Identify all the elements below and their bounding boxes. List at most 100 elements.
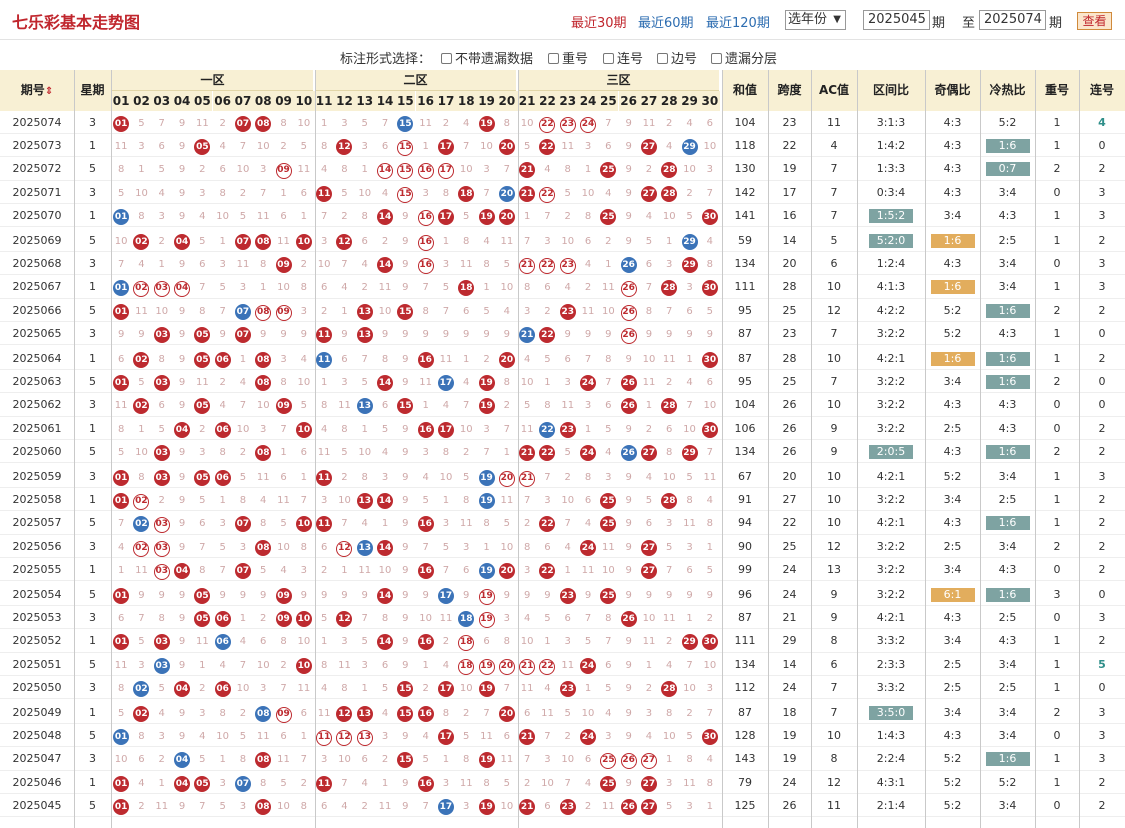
miss-count: 7: [523, 236, 531, 247]
stat-cell: 87: [722, 701, 768, 724]
miss-count: 3: [260, 682, 267, 694]
number-cell: 10: [639, 347, 659, 370]
number-cell: 11: [639, 629, 659, 652]
number-cell: 03: [152, 370, 172, 393]
year-select[interactable]: 选年份 ▼: [785, 10, 846, 30]
stat-value: 22: [782, 139, 797, 153]
stat-value: 12: [827, 775, 841, 789]
miss-count: 5: [463, 472, 470, 483]
number-cell: 1: [416, 393, 436, 416]
number-header: 03: [151, 91, 172, 111]
miss-count: 6: [138, 754, 145, 766]
number-cell: 19: [476, 111, 496, 134]
number-cell: 9: [395, 724, 415, 747]
number-cell: 11: [192, 370, 212, 393]
stat-value: 27: [782, 493, 797, 507]
miss-count: 6: [645, 518, 653, 530]
option-edge[interactable]: 边号: [657, 48, 697, 67]
number-cell: 14: [375, 157, 395, 180]
from-period-input[interactable]: 2025045: [863, 10, 930, 30]
option-no-miss[interactable]: 不带遗漏数据: [441, 48, 533, 67]
stat-value: 3:2:2: [876, 588, 906, 601]
miss-count: 5: [158, 164, 165, 176]
stat-cell: 1: [1035, 676, 1079, 699]
number-cell: 29: [679, 440, 699, 463]
stat-cell: 2: [1079, 417, 1125, 440]
period-cell: 2025055: [12, 562, 62, 576]
miss-count: 2: [320, 564, 328, 576]
number-cell: 27: [639, 134, 659, 157]
checkbox-icon[interactable]: [548, 53, 559, 64]
miss-count: 2: [199, 682, 206, 694]
miss-count: 10: [439, 472, 453, 483]
stat-cell: 1:6: [925, 347, 980, 370]
number-cell: 5: [416, 747, 436, 770]
stat-value: 87: [738, 326, 752, 340]
miss-count: 8: [260, 777, 267, 789]
miss-count: 8: [320, 400, 328, 412]
number-cell: 3: [700, 157, 720, 180]
drawn-number-ball: 14: [377, 493, 394, 510]
stat-value: 3:4: [943, 208, 962, 222]
number-cell: 8: [700, 771, 720, 794]
miss-count: 5: [138, 377, 145, 389]
number-cell: 5: [639, 229, 659, 252]
option-consecutive[interactable]: 连号: [603, 48, 643, 67]
range-30-link[interactable]: 最近30期: [571, 12, 627, 31]
number-cell: 5: [497, 252, 517, 275]
range-60-link[interactable]: 最近60期: [638, 12, 694, 31]
to-period-input[interactable]: 2025074: [979, 10, 1046, 30]
number-cell: 6: [152, 393, 172, 416]
checkbox-icon[interactable]: [603, 53, 614, 64]
column-divider: [111, 70, 112, 828]
number-header: 28: [659, 91, 680, 111]
number-cell: 2: [152, 747, 172, 770]
miss-count: 5: [666, 541, 673, 553]
option-miss-layer[interactable]: 遗漏分层: [711, 48, 777, 67]
option-repeat[interactable]: 重号: [548, 48, 588, 67]
to-label: 至: [962, 16, 976, 31]
drawn-number-ball: 11: [316, 185, 333, 202]
stat-badge: 1:6: [985, 516, 1030, 531]
stat-cell: 1:6: [980, 299, 1035, 322]
miss-count: 8: [260, 259, 267, 271]
stat-value: 18: [782, 706, 797, 719]
stat-value: 111: [734, 634, 756, 648]
number-cell: 22: [537, 134, 557, 157]
number-cell: 22: [537, 558, 557, 581]
miss-count: 9: [138, 328, 145, 340]
miss-count: 4: [138, 777, 145, 789]
number-cell: 24: [578, 440, 598, 463]
period-header[interactable]: 期号⇕: [0, 70, 74, 111]
stat-value: 9: [830, 611, 838, 625]
number-cell: 10: [436, 465, 456, 488]
checkbox-icon[interactable]: [441, 53, 452, 64]
checkbox-icon[interactable]: [711, 53, 722, 64]
stat-value: 1:3:3: [876, 162, 906, 176]
miss-count: 8: [300, 282, 308, 294]
miss-count: 10: [683, 423, 696, 435]
miss-count: 1: [706, 800, 714, 812]
stat-cell: 10: [811, 393, 857, 416]
number-cell: 8: [253, 252, 273, 275]
number-cell: 02: [131, 393, 151, 416]
number-cell: 2: [294, 252, 314, 275]
view-button[interactable]: 查看: [1077, 12, 1112, 30]
stat-cell: 4: [811, 134, 857, 157]
miss-count: 11: [338, 400, 351, 412]
number-cell: 7: [537, 724, 557, 747]
number-cell: 7: [192, 535, 212, 558]
checkbox-icon[interactable]: [657, 53, 668, 64]
number-cell: 5: [192, 229, 212, 252]
sort-icon[interactable]: ⇕: [45, 86, 53, 97]
number-cell: 4: [659, 134, 679, 157]
stat-value: 87: [738, 352, 752, 365]
stat-value: 2: [1053, 539, 1061, 553]
number-cell: 1: [355, 417, 375, 440]
stat-cell: 6:1: [925, 583, 980, 606]
range-120-link[interactable]: 最近120期: [706, 12, 770, 31]
number-cell: 1: [131, 157, 151, 180]
miss-count: 11: [683, 777, 696, 789]
miss-count: 11: [500, 495, 514, 507]
drawn-number-ball: 16: [417, 634, 434, 651]
